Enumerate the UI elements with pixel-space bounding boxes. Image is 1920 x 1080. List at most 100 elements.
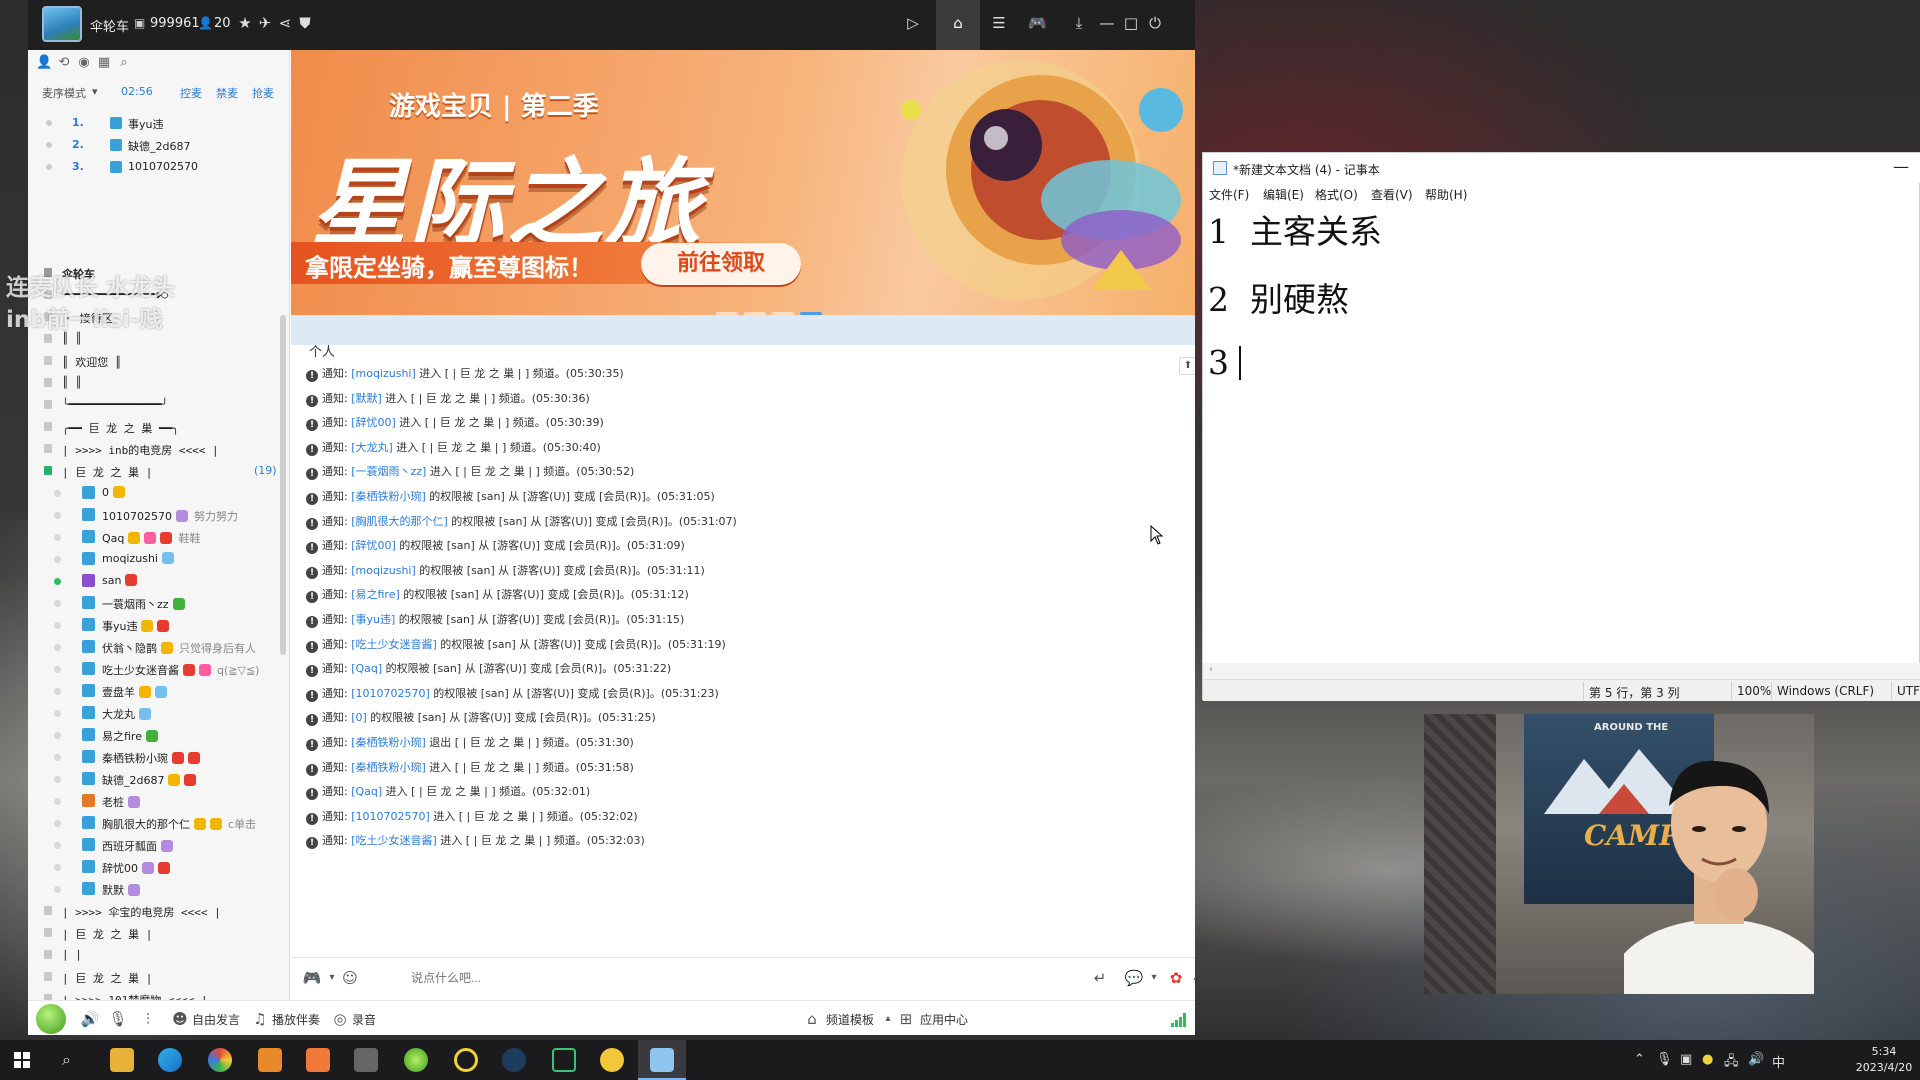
message-user-link[interactable]: [吃土少女迷音酱] — [351, 834, 437, 847]
message-user-link[interactable]: [moqizushi] — [351, 367, 416, 380]
user-list-item[interactable]: 一蓑烟雨丶zz — [28, 592, 278, 614]
notepad-text-area[interactable]: 1 主客关系 2 别硬熬 3 — [1203, 205, 1920, 665]
message-user-link[interactable]: [秦栖铁粉小琬] — [351, 490, 426, 503]
edge-browser-icon[interactable] — [158, 1048, 182, 1072]
grid-icon[interactable]: ▦ — [96, 55, 112, 71]
app-grid-icon[interactable]: ⊞ — [896, 1009, 916, 1029]
file-explorer-icon[interactable] — [110, 1048, 134, 1072]
flower-icon[interactable]: ✿ — [1165, 968, 1187, 988]
menu-view[interactable]: 查看(V) — [1371, 186, 1413, 203]
network-icon[interactable]: 🖧 — [1724, 1052, 1739, 1074]
active-channel[interactable]: | 巨 龙 之 巢 | (19) — [28, 460, 278, 482]
user-list-item[interactable]: 伏翁丶隐鹊 只觉得身后有人 — [28, 636, 278, 658]
chevron-up-icon[interactable]: ⌃ — [1634, 1052, 1645, 1067]
user-list-item[interactable]: 西班牙瓢面 — [28, 834, 278, 856]
speaker-icon[interactable]: 🔊 — [80, 1009, 100, 1029]
message-user-link[interactable]: [1010702570] — [351, 687, 430, 700]
record-button[interactable]: 录音 — [352, 1011, 376, 1028]
user-list-item[interactable]: 事yu违 — [28, 614, 278, 636]
taskbar-clock[interactable]: 5:34 2023/4/20 — [1852, 1044, 1916, 1076]
enter-icon[interactable]: ↵ — [1089, 968, 1111, 988]
menu-help[interactable]: 帮助(H) — [1425, 186, 1467, 203]
user-list-item[interactable]: 吃土少女迷音酱 q(≧▽≦) — [28, 658, 278, 680]
tray-app-icon[interactable]: ● — [1702, 1052, 1713, 1067]
app-green-icon[interactable] — [552, 1048, 576, 1072]
chat-input[interactable] — [411, 964, 1031, 992]
scroll-left-icon[interactable]: ‹ — [1209, 664, 1213, 675]
ime-indicator[interactable]: 中 — [1772, 1052, 1785, 1071]
user-list-item[interactable]: 胸肌很大的那个仁 c单击 — [28, 812, 278, 834]
scroll-top-button[interactable]: ⬆ — [1179, 357, 1195, 375]
event-banner[interactable]: 游戏宝贝 | 第二季 星际之旅 拿限定坐骑，赢至尊图标！ 前往领取 — [291, 50, 1195, 315]
channel-item[interactable]: ━━━━━━━━━━━━━━◆○ — [28, 284, 278, 306]
channel-item[interactable]: ╰━━━━━━━━━━━━━━╯ — [28, 394, 278, 416]
user-list-item[interactable]: Qaq 鞋鞋 — [28, 526, 278, 548]
claim-button[interactable]: 前往领取 — [641, 243, 801, 285]
user-list-item[interactable]: 1010702570 努力努力 — [28, 504, 278, 526]
user-list-item[interactable]: san — [28, 570, 278, 592]
user-icon[interactable]: 👤 — [36, 55, 52, 71]
play-music-button[interactable]: 播放伴奏 — [272, 1011, 320, 1028]
message-user-link[interactable]: [大龙丸] — [351, 441, 393, 454]
channel-item[interactable]: | 巨 龙 之 巢 | — [28, 966, 278, 988]
message-user-link[interactable]: [易之fire] — [351, 588, 400, 601]
favorite-star-icon[interactable]: ★ — [236, 14, 254, 32]
chevron-down-icon[interactable]: ▾ — [1143, 968, 1165, 988]
mic-mode-label[interactable]: 麦序模式 — [42, 87, 86, 100]
emoji-icon[interactable]: ☺ — [339, 968, 361, 988]
message-user-link[interactable]: [1010702570] — [351, 810, 430, 823]
channel-item[interactable]: ・ 接待区 — [28, 306, 278, 328]
tray-app-icon[interactable]: ▣ — [1680, 1052, 1692, 1067]
message-user-link[interactable]: [辞忧00] — [351, 416, 396, 429]
bilibili-app-icon[interactable] — [306, 1048, 330, 1072]
shield-icon[interactable]: ⛊ — [296, 14, 314, 32]
user-list-item[interactable]: 辞忧00 — [28, 856, 278, 878]
control-mic-link[interactable]: 控麦 — [180, 85, 202, 101]
user-list-item[interactable]: 壹盘羊 — [28, 680, 278, 702]
power-icon[interactable]: ⏻ — [1146, 14, 1164, 32]
video-icon[interactable]: ▷ — [904, 14, 922, 32]
list-icon[interactable]: ☰ — [990, 14, 1008, 32]
message-user-link[interactable]: [Qaq] — [351, 785, 382, 798]
search-icon[interactable]: ⌕ — [62, 1050, 71, 1070]
yy-logo-button[interactable] — [36, 1004, 66, 1034]
free-speak-button[interactable]: 自由发言 — [192, 1011, 240, 1028]
menu-edit[interactable]: 编辑(E) — [1263, 186, 1304, 203]
message-user-link[interactable]: [Qaq] — [351, 662, 382, 675]
user-list-item[interactable]: moqizushi — [28, 548, 278, 570]
message-user-link[interactable]: [吃土少女迷音酱] — [351, 638, 437, 651]
template-icon[interactable]: ⌂ — [802, 1009, 822, 1029]
message-user-link[interactable]: [胸肌很大的那个仁] — [351, 515, 448, 528]
gamepad-icon[interactable]: 🎮 — [1028, 14, 1047, 32]
chrome-browser-icon[interactable] — [208, 1048, 232, 1072]
channel-item[interactable]: ║ ║ — [28, 372, 278, 394]
chat-bubble-icon[interactable]: 💬 — [1123, 968, 1145, 988]
user-list-item[interactable]: 老桩 — [28, 790, 278, 812]
app-yellow-icon[interactable] — [600, 1048, 624, 1072]
chevron-up-icon[interactable]: ▴ — [1185, 968, 1195, 988]
channel-item[interactable]: | | — [28, 944, 278, 966]
user-list-item[interactable]: 默默 — [28, 878, 278, 900]
channel-item[interactable]: ╭━━ 巨 龙 之 巢 ━━╮ — [28, 416, 278, 438]
user-list-item[interactable]: 秦栖铁粉小琬 — [28, 746, 278, 768]
channel-avatar[interactable] — [42, 6, 82, 42]
music-icon[interactable]: ♫ — [250, 1009, 270, 1029]
microphone-icon[interactable]: 🎙 — [1656, 1052, 1673, 1067]
home-icon[interactable]: ⌂ — [949, 14, 967, 32]
queue-item[interactable]: 2. 缺德_2d687 — [42, 134, 282, 156]
user-list-item[interactable]: 0 — [28, 482, 278, 504]
user-list-item[interactable]: 大龙丸 — [28, 702, 278, 724]
queue-item[interactable]: 1. 事yu违 — [42, 112, 282, 134]
refresh-icon[interactable]: ⟲ — [56, 55, 72, 71]
user-list-item[interactable]: 缺德_2d687 — [28, 768, 278, 790]
app-center-button[interactable]: 应用中心 — [920, 1011, 968, 1028]
volume-icon[interactable]: 🔊 — [1748, 1052, 1764, 1067]
channel-item[interactable]: | >>>> inb的电竞房 <<<< | — [28, 438, 278, 460]
pin-icon[interactable]: ⤓ — [1070, 14, 1088, 32]
channel-item[interactable]: | 巨 龙 之 巢 | — [28, 922, 278, 944]
location-icon[interactable]: ◉ — [76, 55, 92, 71]
share-icon[interactable]: ⋖ — [276, 14, 294, 32]
channel-item[interactable]: | >>>> 伞宝的电竞房 <<<< | — [28, 900, 278, 922]
message-user-link[interactable]: [0] — [351, 711, 367, 724]
root-channel[interactable]: 伞轮车 — [28, 262, 278, 284]
